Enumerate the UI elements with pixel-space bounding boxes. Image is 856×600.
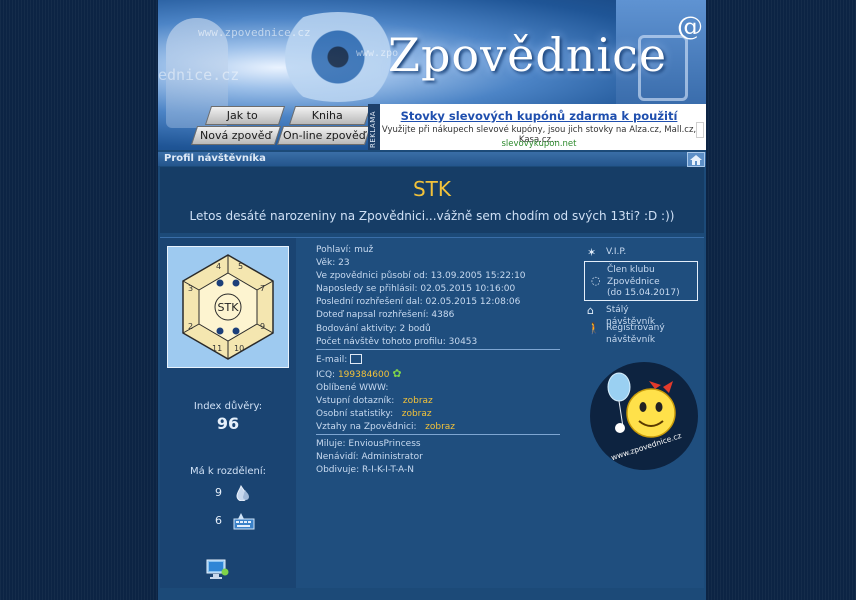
- avatar-text: STK: [218, 301, 240, 314]
- detail-age: Věk: 23: [316, 258, 350, 269]
- svg-text:4: 4: [216, 262, 221, 271]
- badge-label: Registrovaný návštěvník: [606, 323, 665, 345]
- ad-tag: REKLAMA: [368, 104, 380, 150]
- ad-url-link[interactable]: slevovykupon.net: [380, 139, 698, 149]
- person-icon: 🚶: [587, 322, 601, 335]
- hates-user-link[interactable]: Administrator: [361, 452, 422, 462]
- section-bar: Profil návštěvníka: [158, 152, 706, 167]
- profile-left-column: STK 4 5 7 9 10 11 2 3 Index důvěry: 96 M…: [160, 238, 296, 588]
- house-icon: ⌂: [587, 304, 594, 317]
- svg-text:10: 10: [234, 344, 244, 353]
- section-title: Profil návštěvníka: [164, 153, 266, 164]
- detail-last-verdict: Poslední rozhřešení dal: 02.05.2015 12:0…: [316, 297, 521, 308]
- badge-club-member: ◌ Člen klubu Zpovědnice (do 15.04.2017): [584, 261, 698, 301]
- keyboard-icon[interactable]: [233, 512, 255, 530]
- site-logo[interactable]: Zpovědnice: [388, 28, 667, 82]
- trust-index-value: 96: [216, 414, 240, 433]
- share-row-keyboard: 6: [215, 512, 255, 530]
- contact-icq: ICQ: 199384600 ✿: [316, 367, 402, 381]
- share-label: Má k rozdělení:: [189, 466, 267, 477]
- rank-smiley-image: www.zpovednice.cz: [589, 361, 699, 475]
- icq-flower-icon: ✿: [392, 367, 402, 381]
- relation-hates: Nenávidí: Administrator: [316, 452, 423, 463]
- svg-text:5: 5: [238, 262, 243, 271]
- ad-tag-label: REKLAMA: [369, 110, 377, 148]
- home-icon: [690, 155, 702, 165]
- share-count: 6: [215, 514, 222, 527]
- avatar-hexagon-image: STK 4 5 7 9 10 11 2 3: [182, 254, 274, 360]
- at-sign-decoration: @: [677, 12, 703, 42]
- header-watermark: ednice.cz: [158, 66, 240, 84]
- page-container: www.zpovednice.cz www.zpo ednice.cz Zpov…: [158, 0, 706, 600]
- svg-text:2: 2: [188, 322, 193, 331]
- nav-new-confession-button[interactable]: Nová zpověď: [190, 126, 282, 145]
- profile-relations: Miluje: EnviousPrincess Nenávidí: Admini…: [316, 438, 423, 477]
- detail-last-login: Naposledy se přihlásil: 02.05.2015 10:16…: [316, 284, 516, 295]
- detail-gender: Pohlaví: muž: [316, 245, 374, 255]
- profile-details: Pohlaví: muž Věk: 23 Ve zpovědnici působ…: [316, 244, 526, 349]
- detail-activity: Bodování aktivity: 2 bodů: [316, 323, 431, 334]
- contact-email: E-mail:: [316, 353, 455, 367]
- nav-label: Nová zpověď: [200, 129, 272, 142]
- ad-title-link[interactable]: Stovky slevových kupónů zdarma k použití: [380, 109, 698, 123]
- divider: [316, 349, 560, 350]
- relations-link[interactable]: zobraz: [425, 422, 455, 432]
- admires-user-link[interactable]: R-I-K-I-T-A-N: [362, 465, 414, 475]
- contact-personal-stats: Osobní statistiky: zobraz: [316, 409, 432, 420]
- nav-guestbook-button[interactable]: Kniha návštěv: [288, 106, 372, 139]
- trust-index-label: Index důvěry:: [193, 401, 263, 412]
- relation-admires: Obdivuje: R-I-K-I-T-A-N: [316, 465, 414, 476]
- contact-www: Oblíbené WWW:: [316, 383, 389, 394]
- profile-contact: E-mail: ICQ: 199384600 ✿ Oblíbené WWW: V…: [316, 353, 456, 435]
- mail-icon[interactable]: [350, 353, 363, 364]
- star-icon: ✶: [587, 246, 597, 259]
- divider: [316, 434, 560, 435]
- profile-motto: Letos desáté narozeniny na Zpovědnici...…: [189, 209, 675, 223]
- ad-scroll-handle[interactable]: [696, 122, 704, 138]
- share-row-drops: 9: [215, 484, 251, 503]
- nav-label: On-line zpověď: [282, 129, 366, 142]
- detail-profile-visits: Počet návštěv tohoto profilu: 30453: [316, 336, 478, 347]
- detail-verdict-count: Doteď napsal rozhřešení: 4386: [316, 310, 455, 321]
- drop-icon[interactable]: [233, 484, 251, 502]
- svg-text:11: 11: [212, 344, 222, 353]
- badge-label: Člen klubu Zpovědnice (do 15.04.2017): [607, 265, 680, 298]
- contact-entry-form: Vstupní dotazník: zobraz: [316, 396, 433, 407]
- entry-form-link[interactable]: zobraz: [403, 396, 433, 406]
- profile-header: STK Letos desáté narozeniny na Zpovědnic…: [160, 167, 704, 233]
- nav-how-it-works-button[interactable]: Jak to funguje: [204, 106, 286, 139]
- profile-body: STK 4 5 7 9 10 11 2 3 Index důvěry: 96 M…: [160, 237, 704, 588]
- contact-relations: Vztahy na Zpovědnici: zobraz: [316, 422, 456, 433]
- share-count: 9: [215, 486, 222, 499]
- relation-loves: Miluje: EnviousPrincess: [316, 439, 421, 449]
- svg-text:7: 7: [260, 284, 265, 293]
- home-button[interactable]: [687, 152, 705, 167]
- header-watermark: www.zpovednice.cz: [198, 26, 311, 39]
- ad-banner[interactable]: Stovky slevových kupónů zdarma k použití…: [380, 104, 706, 150]
- site-header: www.zpovednice.cz www.zpo ednice.cz Zpov…: [158, 0, 706, 150]
- svg-text:9: 9: [260, 322, 265, 331]
- profile-nickname: STK: [412, 177, 452, 201]
- avatar: STK 4 5 7 9 10 11 2 3: [167, 246, 289, 368]
- icq-number-link[interactable]: 199384600: [338, 370, 390, 380]
- loves-user-link[interactable]: EnviousPrincess: [348, 439, 420, 449]
- svg-text:3: 3: [188, 284, 193, 293]
- dotted-circle-icon: ◌: [591, 274, 601, 287]
- nav-online-confession-button[interactable]: On-line zpověď: [276, 126, 372, 145]
- detail-active-since: Ve zpovědnici působí od: 13.09.2005 15:2…: [316, 271, 526, 282]
- badge-label: V.I.P.: [606, 247, 627, 257]
- computer-icon[interactable]: [205, 558, 229, 584]
- personal-stats-link[interactable]: zobraz: [402, 409, 432, 419]
